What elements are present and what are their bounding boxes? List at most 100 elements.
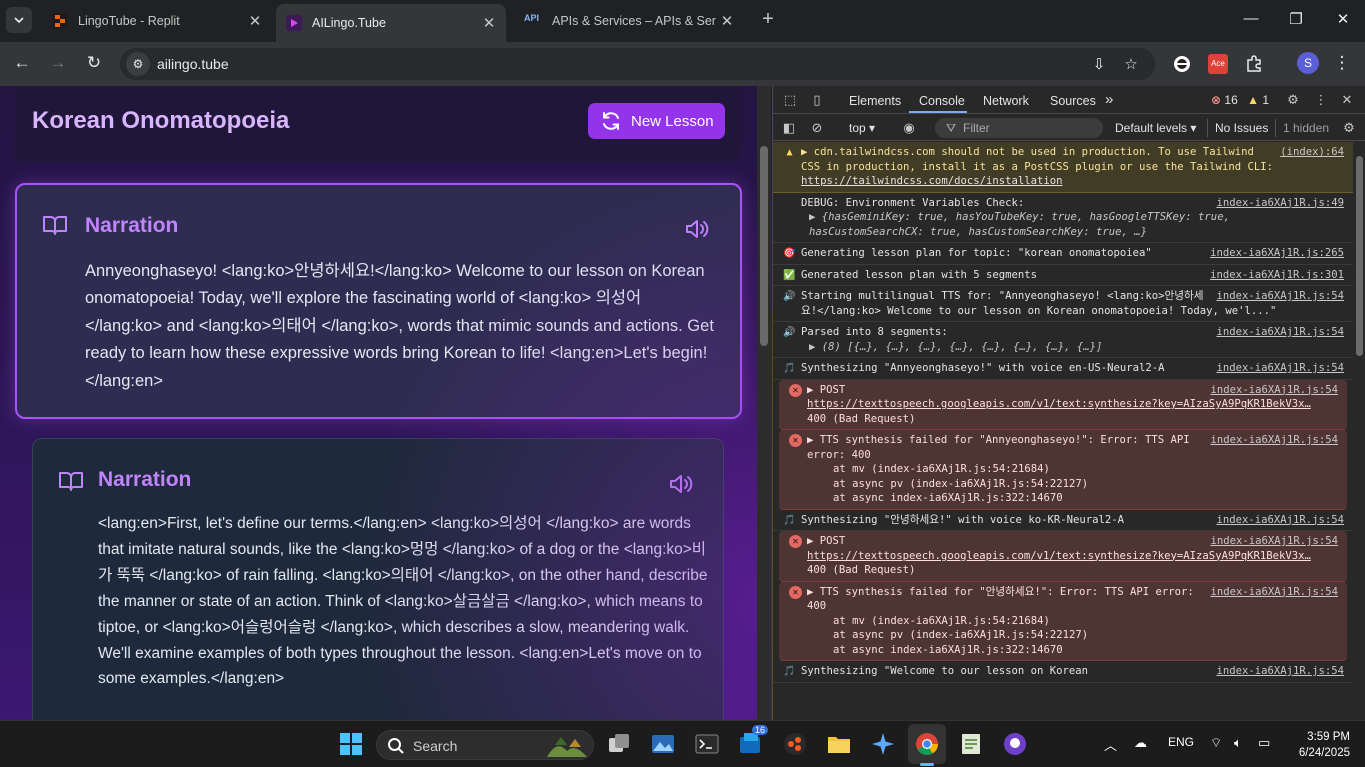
minimize-icon[interactable]: — — [1240, 10, 1262, 30]
windows-start-icon[interactable] — [338, 731, 364, 757]
console-log-row[interactable]: 🎵 index-ia6XAj1R.js:54 Synthesizing "안녕하세요… — [773, 510, 1353, 531]
puzzle-extensions-icon[interactable] — [1244, 54, 1264, 74]
kebab-menu-icon[interactable]: ⋮ — [1330, 52, 1354, 76]
tab-apis-services[interactable]: API APIs & Services – APIs & Services ✕ — [514, 4, 744, 38]
notepad-icon[interactable] — [958, 731, 984, 757]
object-preview[interactable]: ▶ {hasGeminiKey: true, hasYouTubeKey: tr… — [801, 210, 1325, 239]
console-log-row[interactable]: index-ia6XAj1R.js:49 DEBUG: Environment V… — [773, 193, 1353, 243]
taskbar-clock[interactable]: 3:59 PM 6/24/2025 — [1280, 729, 1350, 761]
issues-label[interactable]: No Issues — [1215, 121, 1268, 135]
stack-frame[interactable]: at mv (index-ia6XAj1R.js:54:21684) — [807, 614, 1319, 629]
volume-icon[interactable]: 🔈︎ — [1234, 735, 1242, 751]
bookmark-star-icon[interactable]: ☆ — [1122, 56, 1140, 74]
source-link[interactable]: index-ia6XAj1R.js:54 — [1216, 361, 1344, 376]
console-settings-icon[interactable]: ⚙ — [1341, 120, 1357, 136]
extension-eye-icon[interactable] — [1172, 54, 1192, 74]
source-link[interactable]: index-ia6XAj1R.js:54 — [1216, 325, 1344, 340]
tab-ailingo[interactable]: AILingo.Tube ✕ — [276, 4, 506, 42]
photos-icon[interactable] — [650, 731, 676, 757]
close-icon[interactable]: ✕ — [1339, 92, 1355, 108]
source-link[interactable]: index-ia6XAj1R.js:49 — [1216, 196, 1344, 211]
source-link[interactable]: index-ia6XAj1R.js:301 — [1210, 268, 1344, 283]
new-tab-button[interactable]: + — [757, 9, 779, 31]
console-error-row[interactable]: ✕ index-ia6XAj1R.js:54 ▶ POST https://textt… — [779, 531, 1347, 582]
more-tabs-icon[interactable]: » — [1105, 91, 1113, 108]
tab-sources[interactable]: Sources — [1050, 94, 1096, 108]
app-dots-icon[interactable] — [782, 731, 808, 757]
stack-frame[interactable]: at async pv (index-ia6XAj1R.js:54:22127) — [807, 477, 1319, 492]
console-log-row[interactable]: ✅ index-ia6XAj1R.js:301 Generated lesson p… — [773, 265, 1353, 286]
battery-icon[interactable]: ▭ — [1258, 735, 1270, 751]
stack-frame[interactable]: at async index-ia6XAj1R.js:322:14670 — [807, 643, 1319, 658]
github-icon[interactable] — [1002, 731, 1028, 757]
tab-search-button[interactable] — [6, 7, 32, 33]
outlook-mail-icon[interactable]: 16 — [738, 725, 769, 757]
sidebar-toggle-icon[interactable]: ◧ — [781, 120, 797, 136]
input-language[interactable]: ENG — [1168, 735, 1194, 749]
site-info-icon[interactable]: ⚙ — [126, 52, 150, 76]
console-log-row[interactable]: 🎯 index-ia6XAj1R.js:265 Generating lesson … — [773, 243, 1353, 265]
stack-frame[interactable]: at async index-ia6XAj1R.js:322:14670 — [807, 491, 1319, 506]
wifi-icon[interactable]: ⌔ — [1210, 735, 1222, 751]
source-link[interactable]: index-ia6XAj1R.js:54 — [1210, 534, 1338, 549]
close-icon[interactable]: ✕ — [244, 12, 266, 30]
console-log-row[interactable]: 🔊 index-ia6XAj1R.js:54 Starting multilingu… — [773, 286, 1353, 322]
close-icon[interactable]: ✕ — [716, 12, 738, 30]
reload-icon[interactable]: ↻ — [82, 52, 106, 76]
console-log-row[interactable]: 🎵 index-ia6XAj1R.js:54 Synthesizing "Welco… — [773, 661, 1353, 683]
source-link[interactable]: index-ia6XAj1R.js:54 — [1216, 289, 1344, 304]
window-close-icon[interactable]: ✕ — [1332, 10, 1354, 30]
stack-frame[interactable]: at mv (index-ia6XAj1R.js:54:21684) — [807, 462, 1319, 477]
tray-chevron-up-icon[interactable]: ︿ — [1104, 735, 1117, 754]
device-toolbar-icon[interactable]: ▯ — [809, 92, 825, 108]
speaker-icon[interactable] — [684, 218, 710, 240]
tab-lingotube-replit[interactable]: LingoTube - Replit ✕ — [42, 4, 272, 38]
chrome-icon[interactable] — [914, 731, 940, 757]
source-link[interactable]: (index):64 — [1280, 145, 1344, 160]
message-link[interactable]: https://tailwindcss.com/docs/installatio… — [801, 175, 1063, 187]
log-levels-dropdown[interactable]: Default levels ▾ — [1115, 121, 1196, 135]
context-selector[interactable]: top ▾ — [849, 121, 875, 135]
console-log-row[interactable]: 🔊 index-ia6XAj1R.js:54 Parsed into 8 segme… — [773, 322, 1353, 358]
console-error-row[interactable]: ✕ index-ia6XAj1R.js:54 ▶ POST https://textt… — [779, 379, 1347, 430]
message-link[interactable]: https://texttospeech.googleapis.com/v1/t… — [807, 398, 1311, 410]
install-app-icon[interactable]: ⇩ — [1090, 56, 1108, 74]
segment-card-active[interactable]: Narration Annyeonghaseyo! <lang:ko>안녕하세요… — [15, 183, 742, 419]
extension-ace-icon[interactable]: Ace — [1208, 54, 1228, 74]
kebab-menu-icon[interactable]: ⋮ — [1313, 92, 1329, 108]
console-error-row[interactable]: ✕ index-ia6XAj1R.js:54 ▶ TTS synthesis fai… — [779, 581, 1347, 661]
tab-network[interactable]: Network — [983, 94, 1029, 108]
task-view-icon[interactable] — [606, 731, 632, 757]
console-warning-row[interactable]: ▲ (index):64 ▶ cdn.tailwindcss.com should … — [773, 142, 1353, 193]
back-arrow-icon[interactable]: ← — [10, 52, 34, 76]
address-bar[interactable]: ⚙ ailingo.tube ⇩ ☆ — [120, 48, 1155, 80]
console-scrollbar[interactable] — [1353, 142, 1365, 720]
object-preview[interactable]: ▶ (8) [{…}, {…}, {…}, {…}, {…}, {…}, {…}… — [801, 340, 1325, 355]
terminal-icon[interactable] — [694, 731, 720, 757]
source-link[interactable]: index-ia6XAj1R.js:265 — [1210, 246, 1344, 261]
segment-card[interactable]: Narration <lang:en>First, let's define o… — [32, 438, 724, 720]
inspect-element-icon[interactable]: ⬚ — [782, 92, 798, 108]
close-icon[interactable]: ✕ — [478, 14, 500, 32]
source-link[interactable]: index-ia6XAj1R.js:54 — [1216, 513, 1344, 528]
maximize-icon[interactable]: ❐ — [1285, 10, 1307, 30]
eye-icon[interactable]: ◉ — [901, 120, 917, 136]
clear-console-icon[interactable]: ⊘ — [809, 120, 825, 136]
profile-avatar[interactable]: S — [1297, 52, 1319, 74]
onedrive-cloud-icon[interactable]: ☁ — [1134, 735, 1147, 751]
forward-arrow-icon[interactable]: → — [46, 52, 70, 76]
speaker-icon[interactable] — [668, 473, 694, 495]
console-error-row[interactable]: ✕ index-ia6XAj1R.js:54 ▶ TTS synthesis fai… — [779, 430, 1347, 510]
scrollbar-thumb[interactable] — [1356, 156, 1363, 356]
scrollbar-thumb[interactable] — [760, 146, 768, 346]
console-filter-input[interactable]: ⛛ Filter — [935, 118, 1103, 138]
file-explorer-icon[interactable] — [826, 731, 852, 757]
copilot-sparkle-icon[interactable] — [870, 731, 896, 757]
source-link[interactable]: index-ia6XAj1R.js:54 — [1210, 585, 1338, 600]
source-link[interactable]: index-ia6XAj1R.js:54 — [1210, 383, 1338, 398]
console-log-row[interactable]: 🎵 index-ia6XAj1R.js:54 Synthesizing "Annye… — [773, 358, 1353, 380]
settings-gear-icon[interactable]: ⚙ — [1285, 92, 1301, 108]
source-link[interactable]: index-ia6XAj1R.js:54 — [1210, 433, 1338, 448]
source-link[interactable]: index-ia6XAj1R.js:54 — [1216, 664, 1344, 679]
new-lesson-button[interactable]: New Lesson — [588, 103, 725, 139]
